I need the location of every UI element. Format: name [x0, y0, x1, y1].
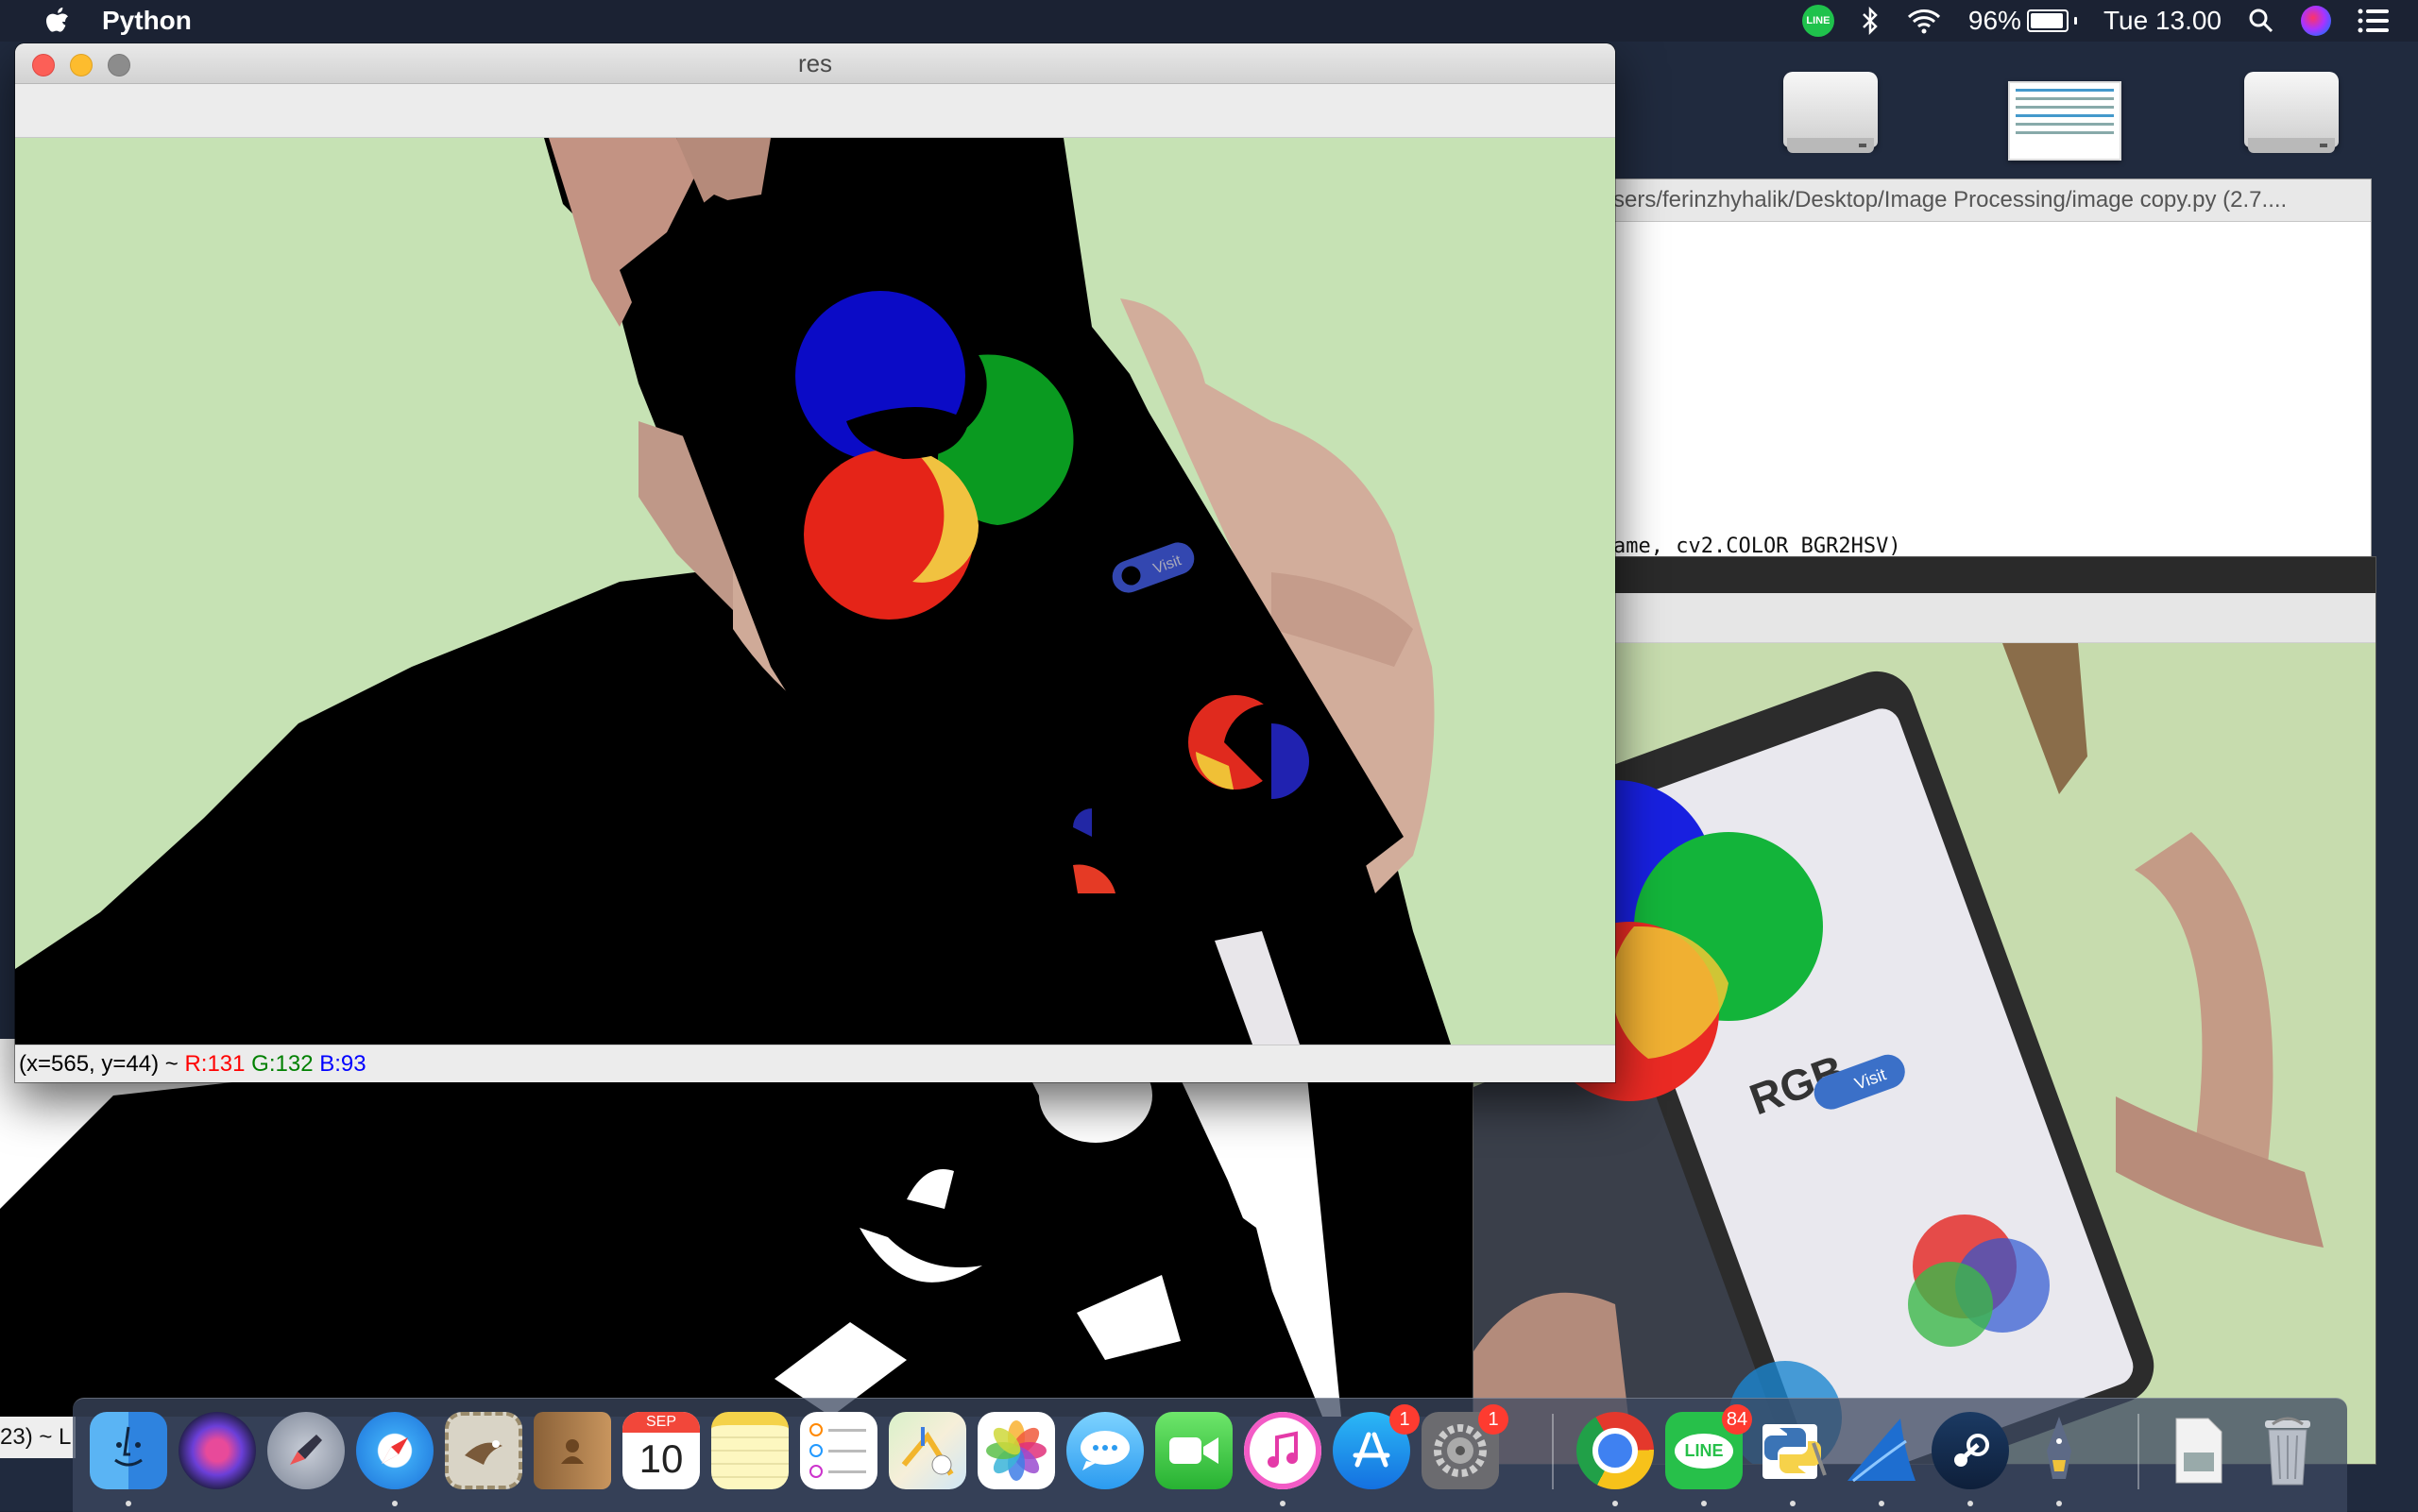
editor-window-title[interactable]: sers/ferinzhyhalik/Desktop/Image Process…: [1606, 179, 2371, 222]
battery-icon: [2026, 9, 2069, 32]
status-r: R:131: [184, 1051, 246, 1077]
downloads-stack-icon[interactable]: [2160, 1412, 2238, 1489]
notification-center-icon[interactable]: [2358, 0, 2390, 42]
res-window-titlebar[interactable]: res: [15, 43, 1615, 84]
status-g: G:132: [251, 1051, 314, 1077]
clock[interactable]: Tue 13.00: [2103, 6, 2222, 36]
wifi-icon[interactable]: [1906, 0, 1942, 42]
res-image-canvas[interactable]: Visit: [15, 138, 1615, 1045]
mask-image: [0, 1039, 1473, 1417]
pen-app-icon[interactable]: [2020, 1412, 2098, 1489]
safari-icon[interactable]: [356, 1412, 434, 1489]
photos-icon[interactable]: [978, 1412, 1055, 1489]
system-preferences-icon[interactable]: 1: [1422, 1404, 1508, 1489]
mask-window[interactable]: [0, 1039, 1473, 1417]
reminders-icon[interactable]: [800, 1412, 877, 1489]
line-app-icon[interactable]: LINE 84: [1665, 1404, 1752, 1489]
spotlight-search-icon[interactable]: [2248, 0, 2274, 42]
python-editor-window[interactable]: sers/ferinzhyhalik/Desktop/Image Process…: [1606, 179, 2371, 576]
battery-indicator[interactable]: 96%: [1968, 6, 2077, 36]
trash-icon[interactable]: [2249, 1412, 2326, 1489]
apple-menu-icon[interactable]: [38, 2, 76, 40]
messages-icon[interactable]: [1066, 1412, 1144, 1489]
siri-menu-icon[interactable]: [2301, 0, 2331, 42]
res-window-title: res: [797, 49, 833, 77]
status-coords: (x=565, y=44) ~: [19, 1051, 185, 1077]
app-menu-python[interactable]: Python: [102, 6, 192, 36]
finder-icon[interactable]: [90, 1412, 167, 1489]
line-badge: 84: [1722, 1404, 1752, 1435]
app-store-badge: 1: [1389, 1404, 1420, 1435]
maps-icon[interactable]: [889, 1412, 966, 1489]
notes-icon[interactable]: [711, 1412, 789, 1489]
res-window-toolbar: [15, 84, 1615, 138]
app-store-icon[interactable]: 1: [1333, 1404, 1420, 1489]
launchpad-icon[interactable]: [267, 1412, 345, 1489]
bluetooth-icon[interactable]: [1861, 0, 1880, 42]
res-window[interactable]: res Visit (x=565, y=44) ~ R:131 G:132 B:…: [15, 43, 1615, 1082]
siri-icon[interactable]: [179, 1412, 256, 1489]
editor-code-line[interactable]: ame, cv2.COLOR_BGR2HSV): [1613, 535, 1901, 558]
mask-window-status: 23) ~ L: [0, 1417, 76, 1458]
contacts-icon[interactable]: [534, 1412, 611, 1489]
desktop-drive-icon-2[interactable]: [2244, 62, 2339, 166]
res-image: Visit: [15, 138, 1615, 1045]
calendar-day: 10: [639, 1436, 684, 1481]
steam-icon[interactable]: [1932, 1412, 2009, 1489]
calendar-icon[interactable]: SEP 10: [622, 1412, 700, 1489]
wireshark-icon[interactable]: [1843, 1412, 1920, 1489]
system-preferences-badge: 1: [1478, 1404, 1508, 1435]
line-status-label: LINE: [1801, 5, 1834, 37]
line-status-icon[interactable]: LINE: [1801, 0, 1834, 42]
status-b: B:93: [319, 1051, 366, 1077]
calendar-month: SEP: [622, 1412, 700, 1433]
res-window-status-bar: (x=565, y=44) ~ R:131 G:132 B:93: [15, 1045, 1615, 1082]
desktop-drive-icon[interactable]: [1783, 62, 1878, 166]
desktop-screenshot-thumbnail[interactable]: [2008, 81, 2121, 161]
battery-percent: 96%: [1967, 6, 2021, 35]
chrome-icon[interactable]: [1576, 1412, 1654, 1489]
facetime-icon[interactable]: [1155, 1412, 1233, 1489]
mail-icon[interactable]: [445, 1412, 522, 1489]
line-app-label: LINE: [1675, 1433, 1733, 1469]
itunes-icon[interactable]: [1244, 1412, 1321, 1489]
menu-bar: Python LINE 96% Tue 13.00: [0, 0, 2418, 42]
python-launcher-icon[interactable]: [1754, 1412, 1831, 1489]
dock: SEP 10 1 1 LINE 84: [73, 1398, 2347, 1512]
